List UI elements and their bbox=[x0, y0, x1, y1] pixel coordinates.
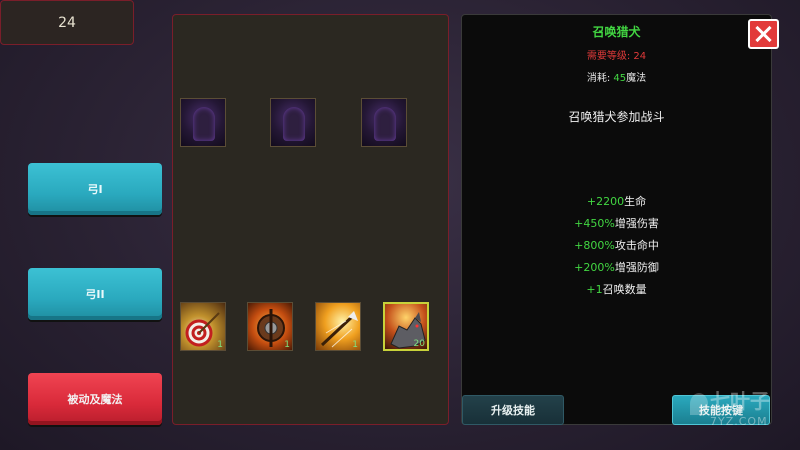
required-level-label: 需要等级: bbox=[586, 51, 634, 62]
tab-passive-magic-button[interactable]: 被动及魔法 bbox=[28, 373, 162, 425]
skill-slot-shield-bow[interactable]: 1 bbox=[247, 302, 293, 351]
required-level-value: 24 bbox=[633, 51, 647, 62]
locked-skill-icon bbox=[193, 107, 215, 141]
stat-value: +200% bbox=[574, 261, 615, 274]
mana-cost-label: 消耗: bbox=[586, 73, 614, 84]
stat-value: +450% bbox=[574, 217, 615, 230]
skill-slot-target-bow[interactable]: 1 bbox=[180, 302, 226, 351]
stat-line: +800%攻击命中 bbox=[462, 237, 771, 253]
level-display: 24 bbox=[0, 0, 134, 45]
upgrade-skill-button[interactable]: 升级技能 bbox=[462, 395, 564, 425]
stat-name: 增强伤害 bbox=[614, 217, 659, 230]
tab-bow-2-button[interactable]: 弓II bbox=[28, 268, 162, 320]
skill-slot-arrow-burst[interactable]: 1 bbox=[315, 302, 361, 351]
skill-slot-hound[interactable]: 20 bbox=[383, 302, 429, 351]
stat-line: +1召唤数量 bbox=[462, 281, 771, 297]
stat-line: +200%增强防御 bbox=[462, 259, 771, 275]
tab-bow-1-button[interactable]: 弓I bbox=[28, 163, 162, 215]
stat-line: +2200生命 bbox=[462, 193, 771, 209]
skill-title: 召唤猎犬 bbox=[592, 25, 641, 39]
skill-count: 1 bbox=[284, 340, 290, 350]
skill-description: 召唤猎犬参加战斗 bbox=[568, 110, 665, 124]
stat-line: +450%增强伤害 bbox=[462, 215, 771, 231]
locked-skill-slot[interactable] bbox=[361, 98, 407, 147]
skill-detail-panel: 召唤猎犬 需要等级: 24 消耗: 45魔法 召唤猎犬参加战斗 +2200生命 … bbox=[461, 14, 772, 425]
skill-count: 20 bbox=[413, 339, 425, 349]
stat-name: 增强防御 bbox=[614, 261, 659, 274]
stat-value: +800% bbox=[574, 239, 615, 252]
stat-name: 攻击命中 bbox=[614, 239, 659, 252]
locked-skill-icon bbox=[374, 107, 396, 141]
stat-value: +2200 bbox=[586, 195, 625, 208]
close-button[interactable] bbox=[748, 19, 779, 49]
required-level: 需要等级: 24 bbox=[462, 47, 771, 62]
skill-grid-panel: 1 1 1 20 bbox=[172, 14, 449, 425]
mana-cost-value: 45 bbox=[613, 73, 627, 84]
skill-count: 1 bbox=[217, 340, 223, 350]
locked-skill-slot[interactable] bbox=[180, 98, 226, 147]
locked-skill-icon bbox=[283, 107, 305, 141]
stat-name: 生命 bbox=[624, 195, 647, 208]
stat-name: 召唤数量 bbox=[602, 283, 647, 296]
stat-value: +1 bbox=[586, 283, 603, 296]
mana-cost: 消耗: 45魔法 bbox=[462, 69, 771, 84]
mana-cost-unit: 魔法 bbox=[626, 73, 647, 84]
skill-keybind-button[interactable]: 技能按键 bbox=[672, 395, 770, 425]
skill-count: 1 bbox=[352, 340, 358, 350]
locked-skill-slot[interactable] bbox=[270, 98, 316, 147]
